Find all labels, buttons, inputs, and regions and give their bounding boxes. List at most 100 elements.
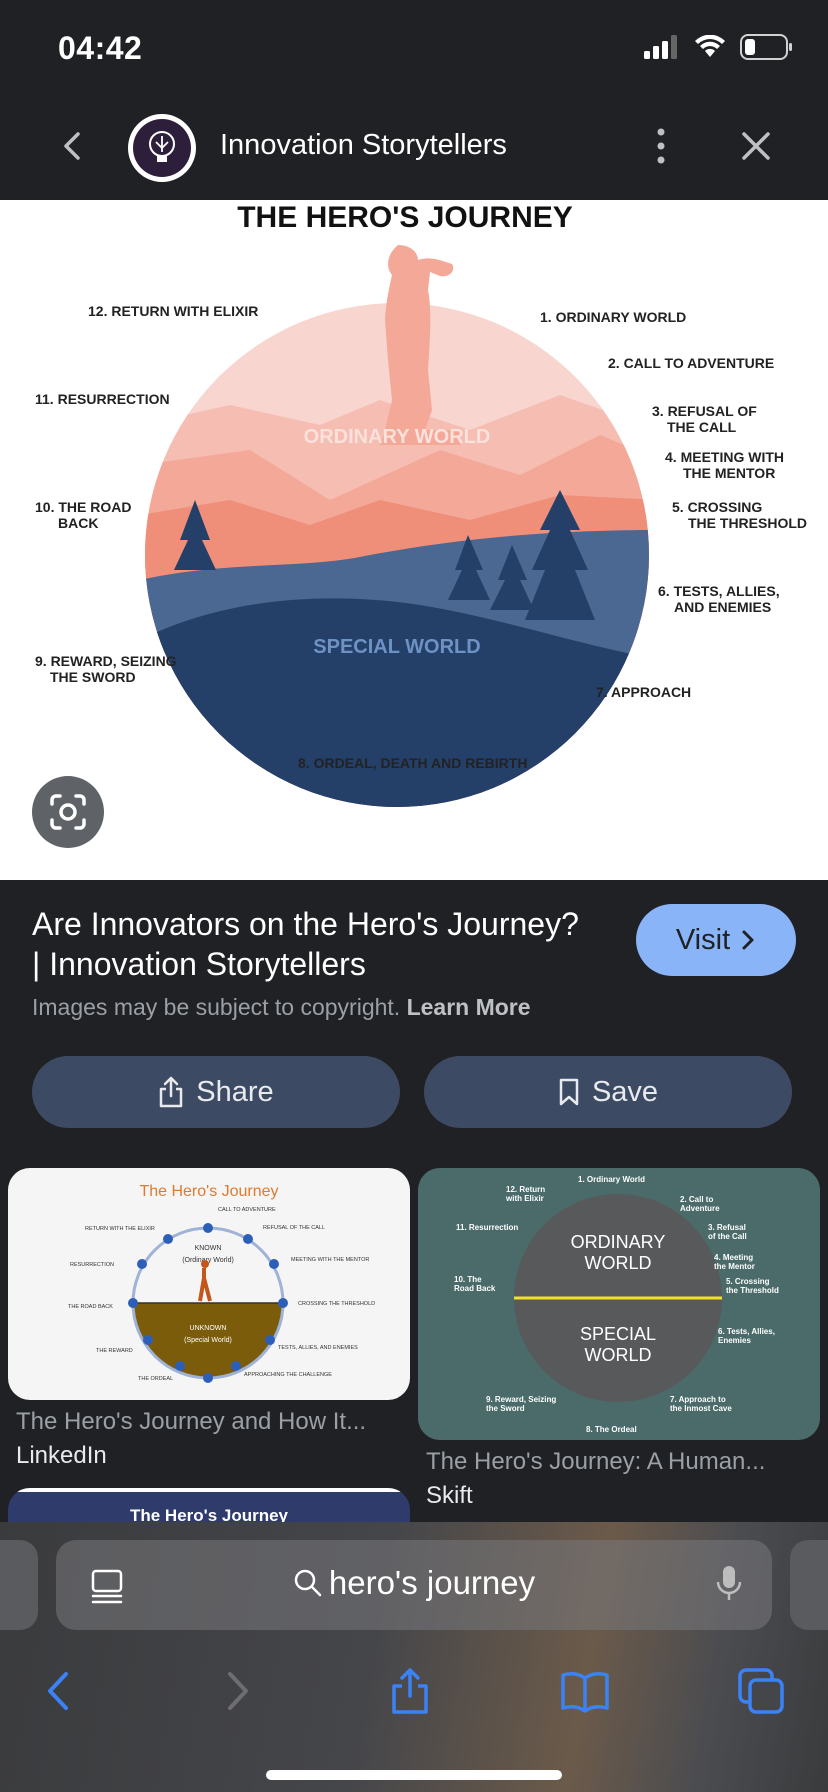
thumb-stage-label: the Threshold [726,1286,779,1295]
thumb-stage-label: 12. Return [506,1185,545,1194]
diagram-title: THE HERO'S JOURNEY [237,201,573,234]
microphone-icon[interactable] [716,1564,742,1604]
thumb-stage-label: CROSSING THE THRESHOLD [298,1301,375,1307]
site-title[interactable]: Innovation Storytellers [220,129,507,162]
thumb-stage-label: the Inmost Cave [670,1404,732,1413]
stage-label: 12. RETURN WITH ELIXIR [88,303,258,319]
visit-button[interactable]: Visit [636,904,796,976]
share-label: Share [196,1075,274,1108]
share-button[interactable]: Share [32,1056,400,1128]
save-button[interactable]: Save [424,1056,792,1128]
status-time: 04:42 [58,30,143,66]
browser-bottom-bar: hero's journey [0,1522,828,1792]
thumb-stage-label: 11. Resurrection [456,1223,518,1232]
related-source-linkedin: LinkedIn [16,1442,107,1469]
hero-journey-diagram: THE HERO'S JOURNEY ORDINARY WORLD SPECIA… [35,201,807,807]
next-tab-peek[interactable] [790,1540,828,1630]
status-icons [644,34,794,60]
visit-label: Visit [675,923,731,956]
stage-label: 8. ORDEAL, DEATH AND REBIRTH [298,755,527,771]
thumb-stage-label: 10. The [454,1275,482,1284]
camera-lens-icon [50,794,86,830]
share-icon[interactable] [385,1666,435,1716]
related-image-skift[interactable]: ORDINARY WORLD SPECIAL WORLD 1. Ordinary… [418,1168,820,1440]
more-options-icon[interactable] [646,124,676,168]
previous-tab-peek[interactable] [0,1540,38,1630]
thumb-stage-label: CALL TO ADVENTURE [218,1207,276,1213]
thumb-top-edge [8,1488,410,1492]
learn-more-link[interactable]: Learn More [407,994,531,1020]
thumb-stage-label: THE ROAD BACK [68,1304,113,1310]
thumb-stage-label: 1. Ordinary World [578,1175,645,1184]
thumb-stage-label: Road Back [454,1284,496,1293]
close-icon[interactable] [736,126,776,166]
stage-label: 4. MEETING WITH [665,449,784,465]
thumb-heading: The Hero's Journey [139,1183,278,1200]
thumb-stage-label: TESTS, ALLIES, AND ENEMIES [278,1345,358,1351]
thumb-stage-label: THE REWARD [96,1348,133,1354]
thumb-stage-label: the Sword [486,1404,525,1413]
header-bar: Innovation Storytellers [0,96,828,200]
thumb-stage-label: Enemies [718,1336,751,1345]
stage-label: 5. CROSSING [672,499,762,515]
linkedin-diagram: The Hero's Journey KNOWN (Ordinary World… [68,1183,375,1383]
stage-label: 6. TESTS, ALLIES, [658,583,780,599]
result-title[interactable]: Are Innovators on the Hero's Journey? | … [32,904,592,984]
stage-label: THE THRESHOLD [688,515,807,531]
lens-search-button[interactable] [32,776,104,848]
bookmarks-book-icon[interactable] [560,1666,610,1716]
thumb-stage-label: Adventure [680,1204,720,1213]
special-label: SPECIAL [580,1324,656,1344]
forward-arrow-icon[interactable] [212,1666,262,1716]
world-label: WORLD [585,1253,652,1273]
stage-label: 1. ORDINARY WORLD [540,309,686,325]
save-label: Save [591,1075,659,1108]
thumb-stage-label: APPROACHING THE CHALLENGE [244,1372,332,1378]
battery-icon [740,34,792,60]
thumb-stage-label: 4. Meeting [714,1253,753,1262]
tabs-overview-icon[interactable] [736,1666,786,1716]
stage-label: AND ENEMIES [674,599,771,615]
stage-label: BACK [58,515,98,531]
stage-label: 9. REWARD, SEIZING [35,653,177,669]
thumb-stage-label: 6. Tests, Allies, [718,1327,775,1336]
back-arrow-icon[interactable] [34,1666,84,1716]
stage-label: 10. THE ROAD [35,499,131,515]
copyright-text: Images may be subject to copyright. [32,994,401,1020]
back-arrow-icon[interactable] [52,126,92,166]
related-source-skift: Skift [426,1482,473,1509]
stage-label: 7. APPROACH [596,684,691,700]
search-query-text: hero's journey [328,1564,536,1601]
stage-label: 11. RESURRECTION [35,391,170,407]
site-logo[interactable] [128,114,196,182]
address-bar[interactable]: hero's journey [56,1540,772,1630]
related-image-linkedin[interactable]: The Hero's Journey KNOWN (Ordinary World… [8,1168,410,1400]
unknown-sub-label: (Special World) [184,1337,232,1344]
cellular-signal-icon [644,35,677,59]
thumb-stage-label: 5. Crossing [726,1277,770,1286]
related-title-linkedin[interactable]: The Hero's Journey and How It... [16,1408,366,1436]
search-icon [294,1569,322,1597]
stage-label: 3. REFUSAL OF [652,403,757,419]
thumb-stage-label: MEETING WITH THE MENTOR [291,1257,369,1263]
copyright-notice: Images may be subject to copyright. Lear… [32,994,531,1021]
thumb-stage-label: 8. The Ordeal [586,1425,637,1434]
bookmark-icon [559,1078,579,1106]
thumb-stage-label: the Mentor [714,1262,755,1271]
lightbulb-logo-icon [133,119,191,177]
chevron-right-icon [742,930,754,950]
world-label: WORLD [585,1345,652,1365]
thumb-stage-label: THE ORDEAL [138,1376,173,1382]
home-indicator[interactable] [266,1770,562,1780]
stage-label: 2. CALL TO ADVENTURE [608,355,774,371]
special-world-label: SPECIAL WORLD [313,636,480,658]
share-icon [160,1076,183,1108]
thumb-stage-label: 7. Approach to [670,1395,726,1404]
ordinary-world-label: ORDINARY WORLD [304,426,491,448]
thumb-stage-label: REFUSAL OF THE CALL [263,1225,325,1231]
thumb-stage-label: of the Call [708,1232,747,1241]
status-bar: 04:42 [0,0,828,96]
related-title-skift[interactable]: The Hero's Journey: A Human... [426,1448,765,1476]
search-query-row: hero's journey [56,1564,772,1602]
hero-journey-image[interactable]: THE HERO'S JOURNEY ORDINARY WORLD SPECIA… [0,200,828,880]
